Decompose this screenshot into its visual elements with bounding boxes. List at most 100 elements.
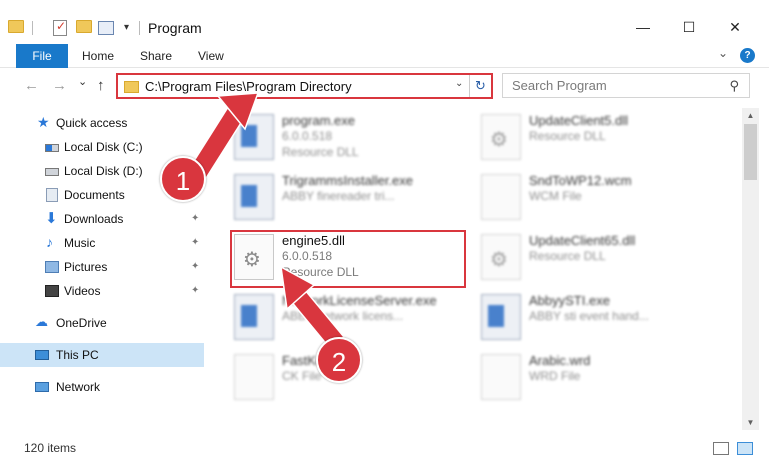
file-icon	[481, 354, 521, 400]
title-bar: ▾ Program — ☐ ✕	[0, 0, 769, 40]
file-icon	[234, 354, 274, 400]
quick-access-dropdown-icon[interactable]: ▾	[124, 22, 129, 33]
item-count: 120 items	[24, 441, 77, 455]
scroll-thumb[interactable]	[744, 124, 757, 180]
file-item[interactable]: program.exe 6.0.0.518 Resource DLL	[230, 110, 470, 168]
properties-check-icon[interactable]	[53, 19, 67, 36]
divider	[32, 21, 33, 35]
sidebar-item-network[interactable]: Network	[0, 375, 204, 399]
file-description: Resource DLL	[282, 145, 359, 159]
search-icon[interactable]: ⚲	[729, 78, 739, 94]
dll-file-icon	[481, 114, 521, 160]
tab-home[interactable]: Home	[82, 44, 114, 68]
documents-icon	[46, 188, 58, 202]
folder-icon	[124, 81, 139, 93]
cloud-icon: ☁	[35, 314, 48, 329]
callout-1: 1	[160, 156, 206, 202]
sidebar-item-label: Downloads	[64, 212, 124, 226]
videos-icon	[45, 285, 59, 297]
help-icon[interactable]: ?	[740, 48, 755, 63]
sidebar-item-videos[interactable]: Videos ✦	[0, 279, 204, 303]
search-input[interactable]: Search Program	[512, 78, 607, 93]
file-description: Resource DLL	[529, 249, 606, 263]
file-description: WRD File	[529, 369, 581, 383]
details-view-icon[interactable]	[713, 442, 729, 455]
address-bar[interactable]: C:\Program Files\Program Directory ⌄ ↻	[116, 73, 493, 99]
sidebar-item-music[interactable]: ♪ Music ✦	[0, 231, 204, 255]
dll-file-icon	[481, 234, 521, 280]
collapse-ribbon-icon[interactable]: ⌄	[718, 46, 728, 60]
callout-2: 2	[316, 337, 362, 383]
file-name: UpdateClient65.dll	[529, 233, 636, 248]
recent-locations-icon[interactable]: ⌄	[78, 75, 87, 88]
up-icon[interactable]: ↑	[97, 77, 105, 94]
sidebar-item-downloads[interactable]: ⬇ Downloads ✦	[0, 207, 204, 231]
address-path[interactable]: C:\Program Files\Program Directory	[145, 79, 352, 94]
exe-file-icon	[481, 294, 521, 340]
minimize-button[interactable]: —	[620, 14, 666, 40]
file-version: 6.0.0.518	[282, 129, 333, 143]
sidebar-item-label: Local Disk (D:)	[64, 164, 143, 178]
file-item[interactable]: UpdateClient5.dll Resource DLL	[477, 110, 717, 168]
back-icon[interactable]: ←	[24, 77, 39, 94]
pin-icon[interactable]: ✦	[191, 213, 199, 224]
pictures-icon	[45, 261, 59, 273]
search-box[interactable]: Search Program ⚲	[502, 73, 750, 98]
network-icon	[35, 382, 49, 392]
file-name: UpdateClient5.dll	[529, 113, 629, 128]
exe-file-icon	[234, 294, 274, 340]
scroll-down-icon[interactable]: ▼	[742, 415, 759, 430]
sidebar-item-label: Videos	[64, 284, 101, 298]
large-icons-view-icon[interactable]	[737, 442, 753, 455]
sidebar-item-label: Pictures	[64, 260, 108, 274]
maximize-button[interactable]: ☐	[666, 14, 712, 40]
file-name: AbbyySTI.exe	[529, 293, 610, 308]
address-dropdown-icon[interactable]: ⌄	[455, 78, 463, 89]
sidebar-item-pictures[interactable]: Pictures ✦	[0, 255, 204, 279]
pin-icon[interactable]: ✦	[191, 237, 199, 248]
file-item[interactable]: Arabic.wrd WRD File	[477, 350, 717, 408]
pin-icon[interactable]: ✦	[191, 261, 199, 272]
file-name: TrigrammsInstaller.exe	[282, 173, 413, 188]
exe-file-icon	[234, 174, 274, 220]
scroll-up-icon[interactable]: ▲	[742, 108, 759, 123]
file-item[interactable]: TrigrammsInstaller.exe ABBY finereader t…	[230, 170, 470, 228]
sidebar-item-label: Music	[64, 236, 96, 250]
new-folder-icon[interactable]	[76, 20, 92, 33]
star-icon: ★	[37, 114, 50, 130]
file-description: WCM File	[529, 189, 582, 203]
file-description: ABBY network licens...	[282, 309, 404, 323]
file-item[interactable]: SndToWP12.wcm WCM File	[477, 170, 717, 228]
sidebar-item-label: Local Disk (C:)	[64, 140, 143, 154]
sidebar-item-this-pc[interactable]: This PC	[0, 343, 204, 367]
computer-icon	[35, 350, 49, 360]
file-name: program.exe	[282, 113, 355, 128]
refresh-icon[interactable]: ↻	[469, 75, 491, 97]
tab-file[interactable]: File	[16, 44, 68, 68]
tab-view[interactable]: View	[198, 44, 224, 68]
file-name: SndToWP12.wcm	[529, 173, 632, 188]
disk-icon	[45, 144, 59, 152]
file-description: Resource DLL	[529, 129, 606, 143]
file-name: Arabic.wrd	[529, 353, 591, 368]
file-description: ABBY sti event hand...	[529, 309, 649, 323]
folder-icon	[8, 20, 24, 33]
sidebar-item-quick-access[interactable]: ★ Quick access	[0, 111, 204, 135]
exe-file-icon	[234, 114, 274, 160]
download-icon: ⬇	[45, 210, 58, 227]
sidebar-item-onedrive[interactable]: ☁ OneDrive	[0, 311, 204, 335]
sidebar-item-label: OneDrive	[56, 316, 107, 330]
window-title: Program	[148, 20, 202, 36]
close-button[interactable]: ✕	[712, 14, 758, 40]
sidebar-item-local-disk-c[interactable]: Local Disk (C:)	[0, 135, 204, 159]
file-item[interactable]: AbbyySTI.exe ABBY sti event hand...	[477, 290, 717, 348]
file-item[interactable]: UpdateClient65.dll Resource DLL	[477, 230, 717, 288]
sidebar-item-label: Documents	[64, 188, 125, 202]
vertical-scrollbar[interactable]: ▲ ▼	[742, 108, 759, 430]
tab-share[interactable]: Share	[140, 44, 172, 68]
forward-icon[interactable]: →	[52, 77, 67, 94]
sidebar-item-label: Quick access	[56, 116, 128, 130]
customize-icon[interactable]	[98, 21, 114, 35]
status-bar: 120 items	[0, 436, 769, 460]
pin-icon[interactable]: ✦	[191, 285, 199, 296]
